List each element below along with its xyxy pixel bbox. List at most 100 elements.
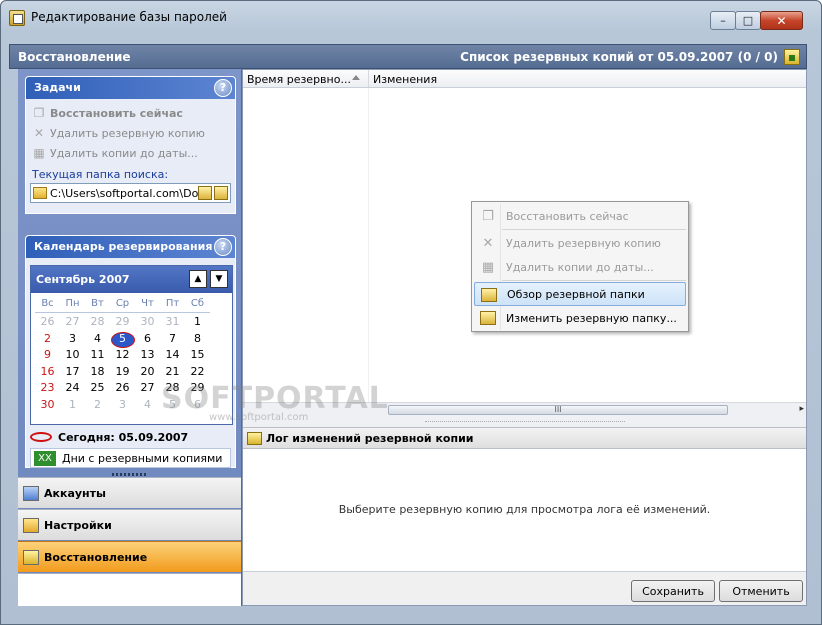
calendar-day[interactable]: 17 bbox=[60, 364, 85, 380]
calendar-day[interactable]: 28 bbox=[85, 314, 110, 330]
calendar-day[interactable]: 19 bbox=[110, 364, 135, 380]
calendar-next-button[interactable]: ▼ bbox=[210, 270, 228, 288]
maximize-button[interactable]: □ bbox=[735, 11, 761, 30]
help-icon[interactable]: ? bbox=[214, 238, 232, 256]
today-label: Сегодня: 05.09.2007 bbox=[58, 430, 189, 444]
calendar-day[interactable]: 2 bbox=[35, 331, 60, 347]
calendar-day[interactable]: 4 bbox=[85, 331, 110, 347]
weekday-label: Сб bbox=[185, 298, 210, 313]
context-menu: ❐ Восстановить сейчас ✕ Удалить резервну… bbox=[471, 201, 689, 332]
calendar-day[interactable]: 2 bbox=[85, 397, 110, 413]
search-folder-field[interactable]: C:\Users\softportal.com\Doc bbox=[30, 183, 231, 203]
backup-folder-icon bbox=[784, 49, 800, 65]
nav-label: Настройки bbox=[44, 518, 112, 532]
calendar-day[interactable]: 9 bbox=[35, 347, 60, 363]
calendar-day[interactable]: 20 bbox=[135, 364, 160, 380]
log-body: Выберите резервную копию для просмотра л… bbox=[243, 449, 806, 571]
delete-by-date-icon: ▦ bbox=[33, 146, 45, 160]
calendar-prev-button[interactable]: ▲ bbox=[189, 270, 207, 288]
calendar-day[interactable]: 31 bbox=[160, 314, 185, 330]
tasks-panel-title: Задачи bbox=[34, 81, 81, 94]
calendar-day[interactable]: 24 bbox=[60, 380, 85, 396]
main-content: Время резервно... Изменения III ▸ Лог из… bbox=[242, 69, 807, 606]
calendar-day[interactable]: 3 bbox=[110, 397, 135, 413]
cancel-button[interactable]: Отменить bbox=[719, 580, 803, 602]
calendar-day[interactable]: 7 bbox=[160, 331, 185, 347]
weekday-label: Вт bbox=[85, 298, 110, 313]
column-header-label: Время резервно... bbox=[247, 73, 351, 86]
nav-empty-area bbox=[18, 573, 241, 606]
help-icon[interactable]: ? bbox=[214, 79, 232, 97]
browse-folder-icon bbox=[481, 288, 497, 302]
log-title: Лог изменений резервной копии bbox=[266, 431, 474, 445]
menu-item-label: Удалить копии до даты... bbox=[506, 260, 654, 274]
delete-icon: ✕ bbox=[482, 235, 494, 251]
calendar-day[interactable]: 15 bbox=[185, 347, 210, 363]
column-header-changes[interactable]: Изменения bbox=[369, 70, 806, 87]
calendar-day[interactable]: 12 bbox=[110, 347, 135, 363]
calendar-day[interactable]: 1 bbox=[185, 314, 210, 330]
calendar-day[interactable]: 26 bbox=[110, 380, 135, 396]
log-empty-message: Выберите резервную копию для просмотра л… bbox=[338, 503, 711, 516]
calendar-day-selected[interactable]: 5 bbox=[110, 331, 135, 347]
dialog-buttons-bar: Сохранить Отменить bbox=[243, 571, 806, 605]
search-folder-value: C:\Users\softportal.com\Doc bbox=[50, 186, 205, 200]
calendar-day[interactable]: 18 bbox=[85, 364, 110, 380]
calendar-day[interactable]: 22 bbox=[185, 364, 210, 380]
calendar-panel-header[interactable]: Календарь резервирования ? bbox=[26, 236, 235, 258]
log-splitter[interactable] bbox=[243, 416, 806, 427]
task-restore-now[interactable]: ❐ Восстановить сейчас bbox=[26, 103, 235, 123]
tasks-panel: Задачи ? ❐ Восстановить сейчас ✕ Удалить… bbox=[25, 76, 236, 214]
calendar-day[interactable]: 6 bbox=[135, 331, 160, 347]
task-delete-backup[interactable]: ✕ Удалить резервную копию bbox=[26, 123, 235, 143]
calendar-day[interactable]: 16 bbox=[35, 364, 60, 380]
watermark-url: www.softportal.com bbox=[209, 412, 309, 423]
calendar-day[interactable]: 30 bbox=[135, 314, 160, 330]
calendar-day[interactable]: 21 bbox=[160, 364, 185, 380]
task-delete-by-date[interactable]: ▦ Удалить копии до даты... bbox=[26, 143, 235, 163]
save-button[interactable]: Сохранить bbox=[631, 580, 715, 602]
calendar-day[interactable]: 13 bbox=[135, 347, 160, 363]
calendar-today[interactable]: Сегодня: 05.09.2007 bbox=[30, 428, 235, 446]
nav-restore[interactable]: Восстановление bbox=[18, 541, 241, 572]
calendar-day[interactable]: 8 bbox=[185, 331, 210, 347]
change-folder-icon[interactable] bbox=[214, 186, 228, 200]
title-bar[interactable]: Редактирование базы паролей – □ ✕ bbox=[1, 1, 821, 41]
column-header-time[interactable]: Время резервно... bbox=[243, 70, 369, 87]
calendar-day[interactable]: 30 bbox=[35, 397, 60, 413]
tasks-panel-header[interactable]: Задачи ? bbox=[26, 77, 235, 99]
menu-item-delete-backup[interactable]: ✕ Удалить резервную копию bbox=[474, 231, 686, 255]
calendar-day[interactable]: 25 bbox=[85, 380, 110, 396]
calendar-day[interactable]: 3 bbox=[60, 331, 85, 347]
calendar-day[interactable]: 27 bbox=[135, 380, 160, 396]
sidebar: Задачи ? ❐ Восстановить сейчас ✕ Удалить… bbox=[18, 69, 242, 606]
close-button[interactable]: ✕ bbox=[760, 11, 803, 30]
nav-accounts[interactable]: Аккаунты bbox=[18, 477, 241, 508]
menu-item-change-backup-folder[interactable]: Изменить резервную папку... bbox=[474, 306, 686, 330]
calendar-day[interactable]: 1 bbox=[60, 397, 85, 413]
menu-separator bbox=[502, 280, 686, 281]
calendar-month: Сентябрь 2007 bbox=[36, 273, 130, 286]
calendar-day[interactable]: 14 bbox=[160, 347, 185, 363]
log-icon bbox=[247, 431, 262, 445]
calendar-day[interactable]: 11 bbox=[85, 347, 110, 363]
app-icon bbox=[9, 10, 25, 26]
nav-settings[interactable]: Настройки bbox=[18, 509, 241, 540]
selected-day-number: 5 bbox=[119, 331, 126, 345]
calendar-day[interactable]: 4 bbox=[135, 397, 160, 413]
scrollbar-thumb[interactable]: III bbox=[388, 405, 728, 415]
calendar-day[interactable]: 27 bbox=[60, 314, 85, 330]
today-marker-icon bbox=[30, 432, 52, 442]
menu-item-browse-backup-folder[interactable]: Обзор резервной папки bbox=[474, 282, 686, 306]
menu-item-restore-now[interactable]: ❐ Восстановить сейчас bbox=[474, 204, 686, 228]
minimize-button[interactable]: – bbox=[710, 11, 736, 30]
calendar-day[interactable]: 26 bbox=[35, 314, 60, 330]
menu-item-label: Изменить резервную папку... bbox=[506, 311, 677, 325]
browse-folder-icon[interactable] bbox=[198, 186, 212, 200]
calendar-day[interactable]: 29 bbox=[110, 314, 135, 330]
menu-separator bbox=[502, 229, 686, 230]
calendar-day[interactable]: 10 bbox=[60, 347, 85, 363]
calendar-day[interactable]: 23 bbox=[35, 380, 60, 396]
menu-item-delete-by-date[interactable]: ▦ Удалить копии до даты... bbox=[474, 255, 686, 279]
scroll-right-icon[interactable]: ▸ bbox=[799, 404, 804, 414]
